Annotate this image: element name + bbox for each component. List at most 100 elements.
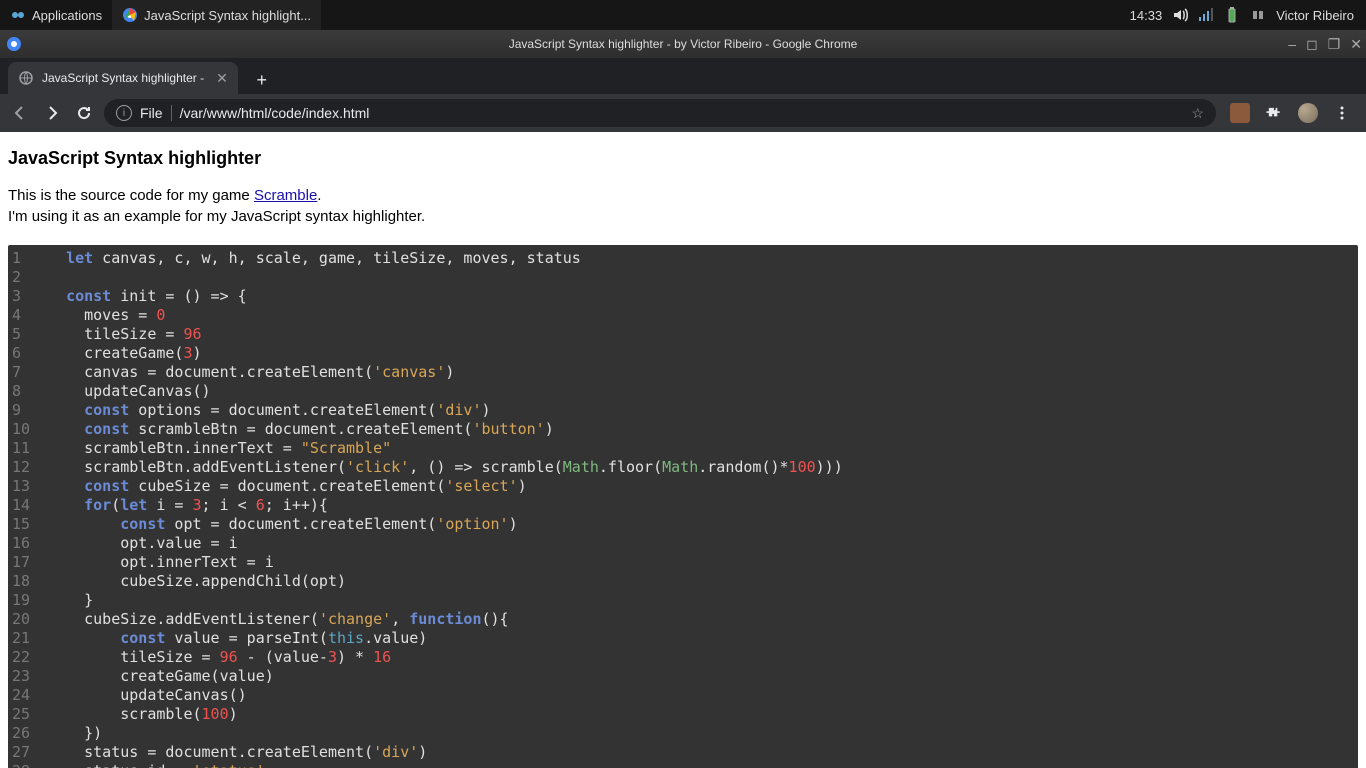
line-number: 2: [8, 268, 44, 287]
line-number: 25: [8, 705, 44, 724]
tab-label: JavaScript Syntax highlighter -: [42, 71, 204, 85]
address-bar[interactable]: i File /var/www/html/code/index.html ☆: [104, 99, 1216, 127]
code-line: 18 cubeSize.appendChild(opt): [8, 572, 1358, 591]
system-tray: 14:33 Victor Ribeiro: [1118, 7, 1366, 23]
code-text: for(let i = 3; i < 6; i++){: [44, 496, 328, 515]
code-text: opt.value = i: [44, 534, 238, 553]
url-path: /var/www/html/code/index.html: [180, 105, 1184, 121]
code-line: 24 updateCanvas(): [8, 686, 1358, 705]
code-line: 14 for(let i = 3; i < 6; i++){: [8, 496, 1358, 515]
battery-icon[interactable]: [1224, 7, 1240, 23]
puzzle-icon: [1265, 104, 1283, 122]
code-text: const value = parseInt(this.value): [44, 629, 427, 648]
scramble-link[interactable]: Scramble: [254, 187, 317, 204]
line-number: 26: [8, 724, 44, 743]
code-text: }: [44, 591, 93, 610]
code-line: 11 scrambleBtn.innerText = "Scramble": [8, 439, 1358, 458]
tab-strip: JavaScript Syntax highlighter - ✕ +: [0, 58, 1366, 94]
line-number: 7: [8, 363, 44, 382]
code-text: canvas = document.createElement('canvas'…: [44, 363, 454, 382]
code-line: 7 canvas = document.createElement('canva…: [8, 363, 1358, 382]
profile-avatar[interactable]: [1298, 103, 1318, 123]
minimize-button[interactable]: –: [1288, 36, 1296, 53]
arrow-right-icon: [43, 104, 61, 122]
intro-line-2: I'm using it as an example for my JavaSc…: [8, 208, 1358, 227]
back-button[interactable]: [8, 101, 32, 125]
menu-button[interactable]: [1332, 103, 1352, 123]
url-scheme-label: File: [140, 105, 163, 121]
toolbar: i File /var/www/html/code/index.html ☆: [0, 94, 1366, 132]
clock[interactable]: 14:33: [1130, 8, 1163, 23]
new-tab-button[interactable]: +: [248, 66, 276, 94]
code-text: const opt = document.createElement('opti…: [44, 515, 518, 534]
code-line: 1 let canvas, c, w, h, scale, game, tile…: [8, 249, 1358, 268]
line-number: 17: [8, 553, 44, 572]
bookmark-star-icon[interactable]: ☆: [1191, 105, 1204, 122]
code-line: 4 moves = 0: [8, 306, 1358, 325]
code-text: }): [44, 724, 102, 743]
code-text: createGame(3): [44, 344, 202, 363]
code-block: 1 let canvas, c, w, h, scale, game, tile…: [8, 245, 1358, 768]
code-text: tileSize = 96: [44, 325, 202, 344]
close-button[interactable]: ✕: [1350, 36, 1362, 53]
user-name[interactable]: Victor Ribeiro: [1276, 8, 1354, 23]
chrome-icon: [122, 7, 138, 23]
window-title: JavaScript Syntax highlighter - by Victo…: [509, 37, 858, 51]
volume-icon[interactable]: [1172, 7, 1188, 23]
code-line: 16 opt.value = i: [8, 534, 1358, 553]
power-icon[interactable]: [1250, 7, 1266, 23]
line-number: 11: [8, 439, 44, 458]
code-text: const init = () => {: [44, 287, 247, 306]
code-line: 3 const init = () => {: [8, 287, 1358, 306]
code-text: updateCanvas(): [44, 382, 211, 401]
code-line: 13 const cubeSize = document.createEleme…: [8, 477, 1358, 496]
line-number: 28: [8, 762, 44, 768]
code-line: 15 const opt = document.createElement('o…: [8, 515, 1358, 534]
code-text: moves = 0: [44, 306, 165, 325]
page-content[interactable]: JavaScript Syntax highlighter This is th…: [0, 132, 1366, 768]
code-line: 10 const scrambleBtn = document.createEl…: [8, 420, 1358, 439]
code-text: [44, 268, 48, 287]
maximize-button[interactable]: ◻: [1306, 36, 1318, 53]
line-number: 19: [8, 591, 44, 610]
taskbar-item-chrome[interactable]: JavaScript Syntax highlight...: [112, 0, 321, 30]
line-number: 18: [8, 572, 44, 591]
code-line: 22 tileSize = 96 - (value-3) * 16: [8, 648, 1358, 667]
code-line: 19 }: [8, 591, 1358, 610]
code-text: const cubeSize = document.createElement(…: [44, 477, 527, 496]
extension-icon[interactable]: [1230, 103, 1250, 123]
code-line: 8 updateCanvas(): [8, 382, 1358, 401]
window-titlebar: JavaScript Syntax highlighter - by Victo…: [0, 30, 1366, 58]
applications-menu[interactable]: Applications: [0, 7, 112, 23]
reload-button[interactable]: [72, 101, 96, 125]
window-chrome-icon: [6, 36, 22, 52]
code-line: 23 createGame(value): [8, 667, 1358, 686]
line-number: 3: [8, 287, 44, 306]
line-number: 16: [8, 534, 44, 553]
site-info-icon[interactable]: i: [116, 105, 132, 121]
line-number: 13: [8, 477, 44, 496]
line-number: 9: [8, 401, 44, 420]
arrow-left-icon: [11, 104, 29, 122]
line-number: 15: [8, 515, 44, 534]
xfce-icon: [10, 7, 26, 23]
forward-button[interactable]: [40, 101, 64, 125]
intro-line-1: This is the source code for my game Scra…: [8, 187, 1358, 206]
network-icon[interactable]: [1198, 7, 1214, 23]
code-line: 6 createGame(3): [8, 344, 1358, 363]
tab-close-icon[interactable]: ✕: [216, 70, 228, 87]
restore-button[interactable]: ❐: [1328, 36, 1341, 53]
line-number: 5: [8, 325, 44, 344]
extensions-button[interactable]: [1264, 103, 1284, 123]
line-number: 14: [8, 496, 44, 515]
code-text: cubeSize.appendChild(opt): [44, 572, 346, 591]
line-number: 24: [8, 686, 44, 705]
code-text: status = document.createElement('div'): [44, 743, 427, 762]
code-line: 28 status.id = 'status': [8, 762, 1358, 768]
line-number: 21: [8, 629, 44, 648]
code-text: status.id = 'status': [44, 762, 265, 768]
browser-tab[interactable]: JavaScript Syntax highlighter - ✕: [8, 62, 238, 94]
window-controls: – ◻ ❐ ✕: [1288, 36, 1362, 53]
line-number: 23: [8, 667, 44, 686]
line-number: 10: [8, 420, 44, 439]
